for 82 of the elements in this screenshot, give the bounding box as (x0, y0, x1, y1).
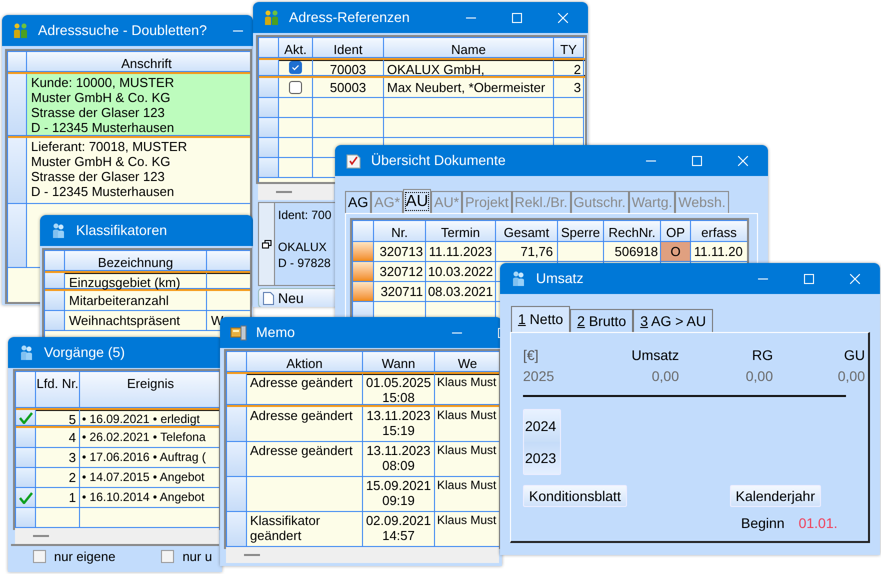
new-button[interactable]: Neu (258, 288, 338, 307)
table-cell: OKALUX GmbH, (384, 60, 554, 76)
table-cell: 5 (36, 410, 80, 426)
column-header: OP (661, 221, 691, 242)
column-header: Ereignis (80, 372, 219, 408)
address-line: Kunde: 10000, MUSTER (31, 75, 176, 90)
checkbox-label: nur eigene (54, 548, 116, 566)
column-header: Name (384, 38, 554, 58)
table-cell: 13.11.2023 08:09 (363, 442, 435, 477)
window-title: Vorgänge (5) (44, 343, 125, 362)
column-header: Umsatz (630, 346, 679, 365)
table-cell: 320712 (374, 262, 426, 282)
column-header: [€] (523, 346, 540, 365)
table-cell: Adresse geändert (247, 374, 363, 405)
tab[interactable]: AG (345, 191, 372, 213)
action-button[interactable]: Konditionsblatt (523, 485, 627, 507)
address-line: Lieferant: 70018, MUSTER (31, 139, 188, 154)
table-cell: 11.11.2023 (426, 242, 496, 262)
table-cell: Adresse geändert (247, 407, 363, 442)
table-cell: Weihnachtspräsent (65, 311, 207, 331)
column-header: erfass (691, 221, 747, 242)
table-cell: 4 (36, 428, 80, 448)
table-cell: 2 (36, 468, 80, 488)
column-header: Sperre (558, 221, 604, 242)
tab[interactable]: 1 Netto (511, 306, 570, 332)
address-line: Strasse der Glaser 123 (31, 169, 166, 184)
detail-text: OKALUX (278, 239, 328, 255)
table-cell: 15.09.2021 09:19 (363, 477, 435, 512)
detail-text: Ident: 700 (278, 207, 332, 223)
column-header: TY (554, 38, 584, 58)
window-title: Adress-Referenzen (289, 8, 410, 27)
column-header: Nr. (374, 221, 426, 242)
window-title: Umsatz (536, 269, 584, 288)
tab[interactable]: 3 AG > AU (633, 309, 713, 332)
year-button[interactable]: 2024 (524, 410, 560, 442)
action-button[interactable]: Kalenderjahr (730, 485, 821, 507)
column-header: Bezeichnung (65, 251, 207, 271)
year-button[interactable]: 2023 (524, 442, 560, 474)
column-header: Lfd. Nr. (36, 372, 80, 408)
table-cell: 10.03.2022 (426, 262, 496, 282)
table-cell: 3 (36, 448, 80, 468)
address-line: D - 12345 Musterhausen (31, 184, 176, 199)
column-header: We (435, 352, 499, 372)
table-cell: 71,76 (496, 242, 558, 262)
column-header: RG (751, 346, 773, 365)
column-header: Wann (363, 352, 435, 372)
tab[interactable]: AU (402, 189, 432, 213)
address-line: Muster GmbH & Co. KG (31, 154, 172, 169)
column-header: RechNr. (604, 221, 661, 242)
table-cell: 11.11.20 (691, 242, 747, 262)
window-title: Klassifikatoren (76, 221, 168, 240)
table-cell: O (661, 242, 691, 262)
column-header: Termin (426, 221, 496, 242)
table-cell: Adresse geändert (247, 442, 363, 477)
table-cell: 320713 (374, 242, 426, 262)
address-line: D - 12345 Musterhausen (31, 120, 176, 135)
table-cell-text: 2025 (523, 367, 556, 386)
table-cell: Mitarbeiteranzahl (65, 291, 207, 311)
tab[interactable]: 2 Brutto (570, 309, 634, 332)
table-cell: 2 (554, 60, 584, 76)
field-label: Beginn (741, 514, 785, 533)
window-title: Memo (256, 323, 295, 342)
window-title: Übersicht Dokumente (371, 151, 506, 170)
table-cell-text: 0,00 (836, 367, 865, 386)
window-title: Adresssuche - Doubletten? (38, 21, 207, 40)
column-header: GU (843, 346, 865, 365)
date-value: 01.01. (798, 514, 838, 533)
column-header: Ident (313, 38, 384, 58)
table-cell-text: 0,00 (744, 367, 773, 386)
table-cell-text: 0,00 (650, 367, 679, 386)
column-header: Gesamt (496, 221, 558, 242)
table-cell: 13.11.2023 15:19 (363, 407, 435, 442)
column-header: Anschrift (27, 52, 250, 72)
table-cell: Einzugsgebiet (km) (65, 273, 207, 289)
column-header: Aktion (247, 352, 363, 372)
table-cell: 70003 (313, 60, 384, 76)
address-line: Muster GmbH & Co. KG (31, 90, 172, 105)
column-header: Akt. (279, 38, 313, 58)
detail-text: D - 97828 (278, 255, 332, 271)
table-cell: 01.05.2025 15:08 (363, 374, 435, 405)
address-line: Strasse der Glaser 123 (31, 105, 166, 120)
checkbox-label: nur u (182, 548, 212, 566)
